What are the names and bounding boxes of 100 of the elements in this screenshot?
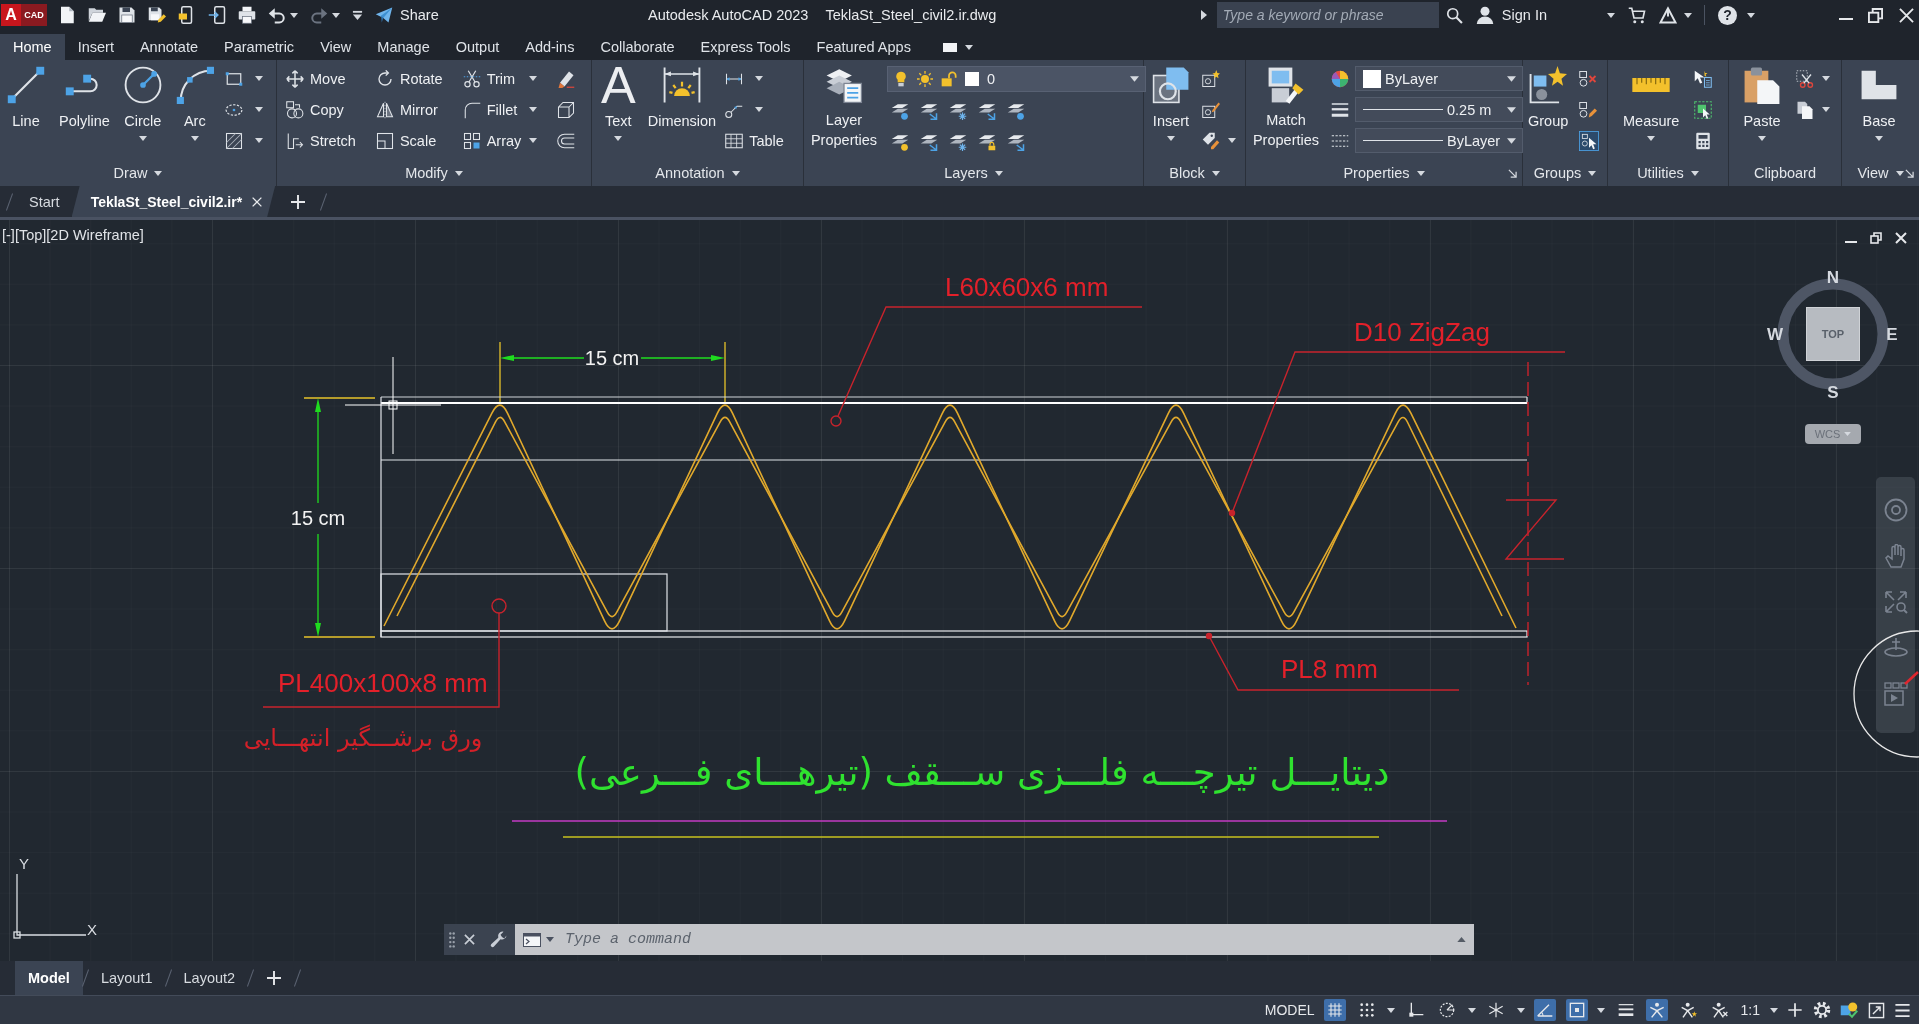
restore-icon[interactable]	[1868, 7, 1883, 23]
caret-icon[interactable]	[254, 138, 263, 143]
layer-dropdown[interactable]: 0	[887, 66, 1146, 92]
group-edit-icon[interactable]	[1579, 100, 1598, 119]
layers-icon[interactable]	[920, 132, 938, 151]
search-icon[interactable]	[1445, 6, 1463, 24]
plus-icon[interactable]	[291, 194, 306, 209]
panel-title[interactable]: Groups	[1533, 162, 1597, 184]
triangle-icon[interactable]	[1659, 6, 1677, 24]
caret-icon[interactable]	[1516, 1007, 1525, 1013]
close-icon[interactable]	[252, 196, 263, 207]
linetype-dropdown[interactable]: ByLayer	[1355, 128, 1523, 153]
caret-icon[interactable]	[1467, 1007, 1476, 1013]
restore-icon[interactable]	[1870, 232, 1882, 244]
caret-icon[interactable]	[1822, 107, 1830, 112]
measure-button[interactable]: Measure	[1620, 63, 1683, 141]
table-button[interactable]: Table	[725, 125, 784, 156]
sign-in-button[interactable]: Sign In	[1475, 6, 1547, 24]
copy-button[interactable]: Copy	[286, 94, 356, 125]
open-folder-icon[interactable]	[88, 6, 106, 24]
close-icon[interactable]	[1899, 7, 1914, 23]
object-snap-icon[interactable]	[1565, 999, 1588, 1021]
caret-icon[interactable]	[1597, 1007, 1606, 1013]
caret-icon[interactable]	[254, 76, 263, 81]
plus-icon[interactable]	[1787, 1002, 1803, 1018]
launcher-icon[interactable]	[1905, 168, 1914, 178]
dimension-button[interactable]: Dimension	[644, 63, 720, 130]
caret-icon[interactable]	[332, 12, 340, 18]
move-button[interactable]: Move	[286, 63, 356, 94]
help-button[interactable]: ?	[1718, 5, 1737, 25]
trim-button[interactable]: Trim	[462, 63, 537, 94]
dropdown-icon[interactable]	[352, 9, 363, 21]
caret-icon[interactable]	[546, 937, 554, 942]
scissors-icon[interactable]	[1796, 69, 1814, 88]
layers-icon[interactable]	[920, 101, 938, 120]
paste-button[interactable]: Paste	[1740, 63, 1784, 141]
tag-icon[interactable]	[1202, 131, 1220, 150]
circle-button[interactable]: Circle	[120, 63, 165, 141]
grip-icon[interactable]	[449, 931, 455, 948]
orbit-icon[interactable]	[1883, 636, 1908, 660]
layers-icon[interactable]	[978, 132, 996, 151]
objects-icon[interactable]	[1840, 1001, 1858, 1019]
layers-icon[interactable]	[891, 132, 909, 151]
undo-icon[interactable]	[268, 6, 286, 24]
ribbon-tab[interactable]: Collaborate	[587, 34, 688, 60]
caret-icon[interactable]	[290, 12, 298, 18]
ribbon-tab[interactable]: Insert	[64, 34, 127, 60]
hand-icon[interactable]	[1883, 544, 1908, 568]
ribbon-tab[interactable]: Home	[0, 34, 65, 60]
line-button[interactable]: Line	[4, 63, 48, 130]
layout-tab[interactable]: Model	[15, 961, 83, 995]
device-upload-icon[interactable]	[208, 6, 226, 24]
text-button[interactable]: A Text	[598, 63, 639, 141]
save-as-icon[interactable]	[148, 6, 166, 24]
fillet-button[interactable]: Fillet	[462, 94, 537, 125]
ribbon-tab[interactable]: Manage	[364, 34, 443, 60]
close-icon[interactable]	[464, 934, 475, 945]
zoom-icon[interactable]	[1883, 590, 1908, 614]
offset-icon[interactable]	[556, 131, 575, 150]
quick-select-icon[interactable]	[1694, 69, 1713, 88]
search-field[interactable]: Type a keyword or phrase	[1216, 2, 1439, 28]
annotation-scale-button[interactable]: 1:1	[1740, 1002, 1760, 1018]
caret-icon[interactable]	[1387, 1007, 1396, 1013]
caret-icon[interactable]	[964, 44, 973, 50]
ribbon-tab[interactable]: View	[307, 34, 365, 60]
layers-icon[interactable]	[978, 101, 996, 120]
block-edit-icon[interactable]	[1202, 100, 1220, 119]
panel-title[interactable]: Clipboard	[1753, 162, 1817, 184]
layers-icon[interactable]	[949, 101, 967, 120]
terminal-icon[interactable]	[523, 932, 541, 947]
file-tab[interactable]: TeklaSt_Steel_civil2.ir*	[71, 186, 276, 217]
group-button[interactable]: Group	[1525, 63, 1572, 130]
panel-title[interactable]: Layers	[944, 162, 1003, 184]
rectangle-icon[interactable]	[224, 69, 243, 88]
caret-icon[interactable]	[1747, 12, 1755, 18]
layers-icon[interactable]	[891, 101, 909, 120]
share-button[interactable]: Share	[375, 6, 439, 24]
caret-icon[interactable]	[1607, 12, 1615, 18]
caret-icon[interactable]	[1684, 12, 1692, 18]
launcher-icon[interactable]	[1508, 168, 1517, 178]
lineweight-dropdown[interactable]: 0.25 m	[1355, 97, 1523, 122]
rotate-button[interactable]: Rotate	[375, 63, 443, 94]
cube-icon[interactable]	[556, 100, 575, 119]
block-star-icon[interactable]	[1202, 69, 1220, 88]
caret-icon[interactable]	[1822, 76, 1830, 81]
array-button[interactable]: Array	[462, 125, 537, 156]
layout-tab[interactable]: Layout1	[87, 961, 166, 995]
model-space-button[interactable]: MODEL	[1264, 1002, 1315, 1018]
steering-wheel-icon[interactable]	[1883, 498, 1908, 522]
select-all-icon[interactable]	[1694, 100, 1713, 119]
caret-icon[interactable]	[254, 107, 263, 112]
ribbon-tab[interactable]: Featured Apps	[803, 34, 924, 60]
grid-icon[interactable]	[1324, 999, 1347, 1021]
eraser-icon[interactable]	[556, 69, 575, 88]
color-dropdown[interactable]: ByLayer	[1355, 66, 1523, 91]
viewport-controls[interactable]: [-][Top][2D Wireframe]	[2, 227, 144, 243]
ungroup-icon[interactable]	[1579, 69, 1598, 88]
annotation-icon[interactable]	[1646, 999, 1669, 1021]
polyline-button[interactable]: Polyline	[56, 63, 113, 130]
close-icon[interactable]	[1895, 232, 1907, 244]
